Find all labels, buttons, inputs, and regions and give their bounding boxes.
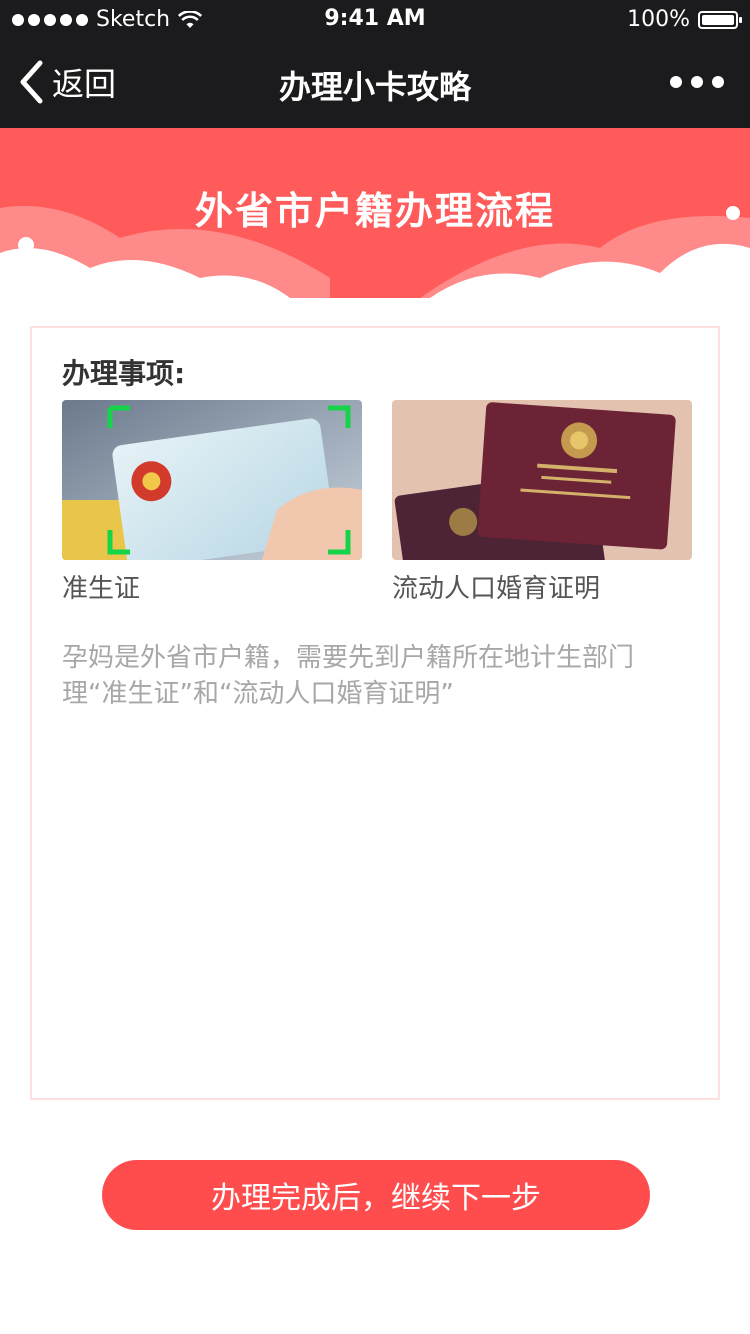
item-floating-population-cert[interactable]: 流动人口婚育证明 <box>392 400 692 605</box>
battery-icon <box>698 10 742 29</box>
household-register-illustration <box>392 400 692 560</box>
more-dot-icon <box>691 76 703 88</box>
more-dot-icon <box>670 76 682 88</box>
continue-next-step-button[interactable]: 办理完成后，继续下一步 <box>102 1160 650 1230</box>
id-card-image <box>62 400 362 560</box>
id-card-illustration <box>62 400 362 560</box>
battery-percent: 100% <box>627 7 690 32</box>
navigation-bar: 返回 办理小卡攻略 <box>0 40 750 128</box>
top-bar: Sketch 9:41 AM 100% 返回 办理小卡攻略 <box>0 0 750 128</box>
banner-title: 外省市户籍办理流程 <box>194 189 555 233</box>
household-register-image <box>392 400 692 560</box>
header-banner: 外省市户籍办理流程 <box>0 128 750 298</box>
more-dot-icon <box>712 76 724 88</box>
item-label: 准生证 <box>62 574 141 604</box>
status-right: 100% <box>627 7 742 32</box>
item-birth-permit[interactable]: 准生证 <box>62 400 362 605</box>
item-label: 流动人口婚育证明 <box>392 574 601 604</box>
card-heading: 办理事项: <box>62 357 186 390</box>
more-button[interactable] <box>670 76 724 88</box>
page-title: 办理小卡攻略 <box>278 68 471 106</box>
info-card: 办理事项: 准生证 流动人口婚育证明 孕妈是外省市户籍，需要先到户籍所在地计生部… <box>30 326 720 1100</box>
description-text: 孕妈是外省市户籍，需要先到户籍所在地计生部门理“准生证”和“流动人口婚育证明” <box>62 643 635 709</box>
status-bar: Sketch 9:41 AM 100% <box>0 0 750 40</box>
